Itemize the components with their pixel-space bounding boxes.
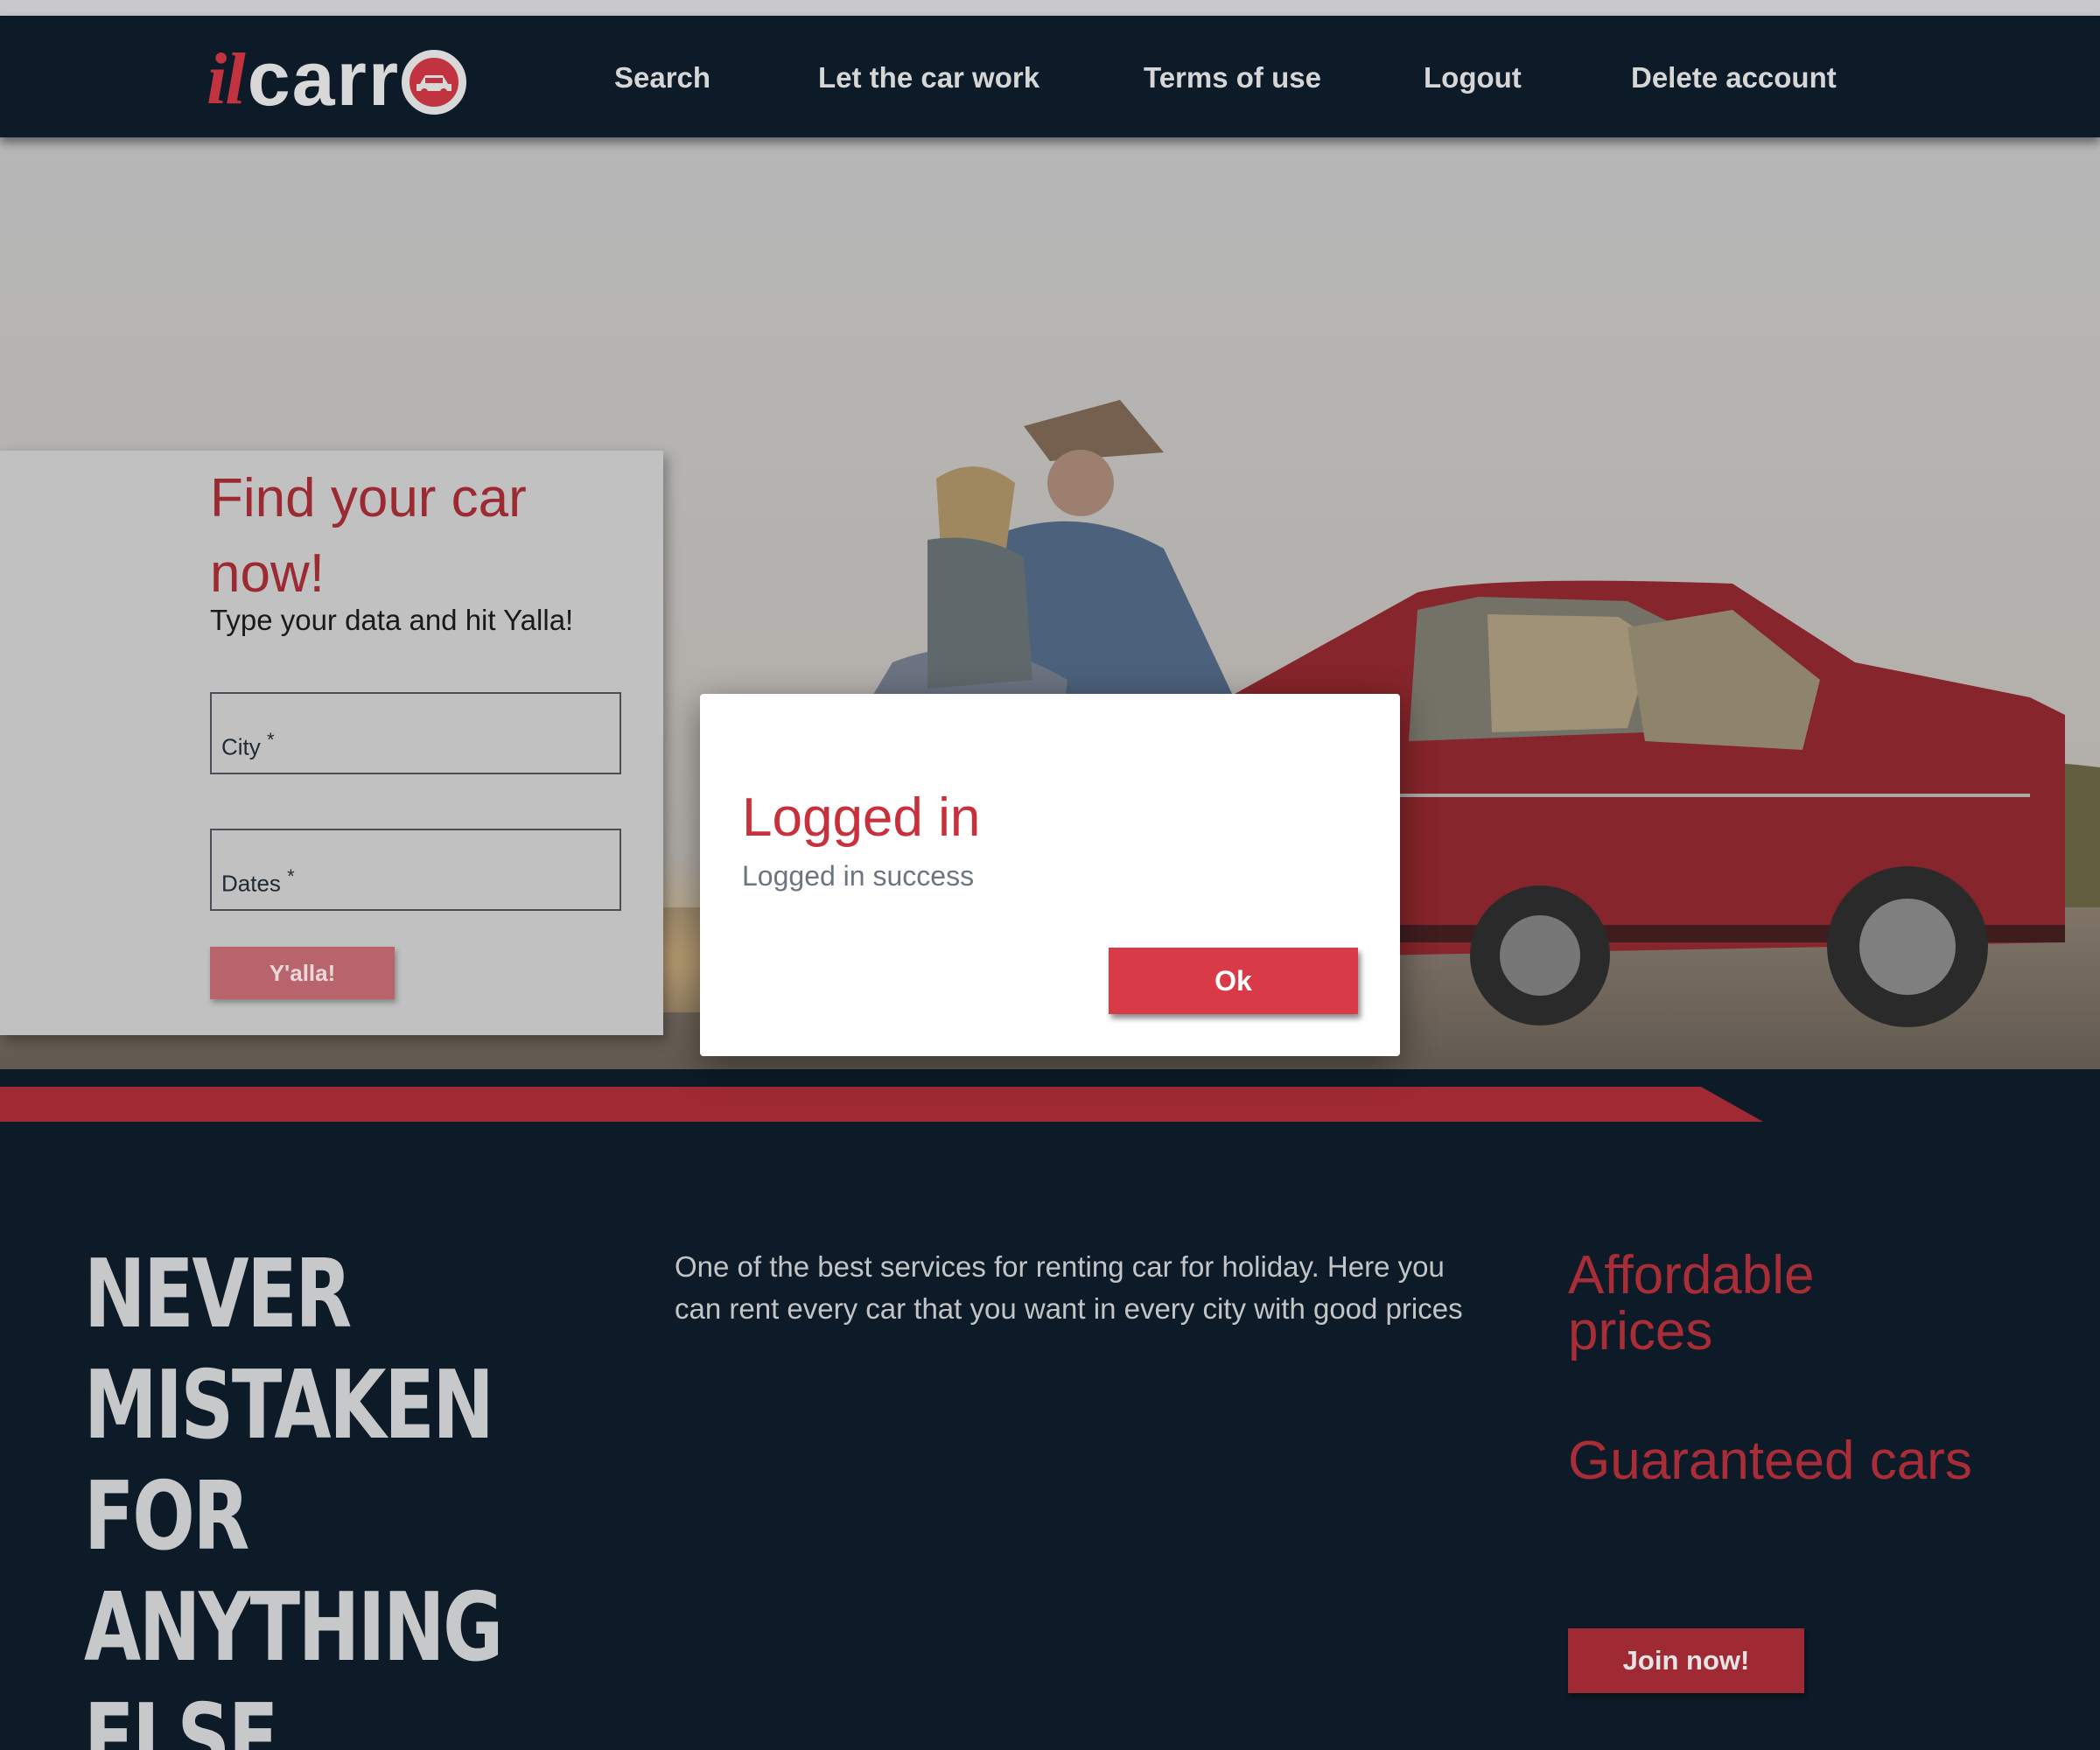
login-success-dialog: Logged in Logged in success Ok	[700, 694, 1400, 1056]
ok-button[interactable]: Ok	[1109, 948, 1358, 1014]
dialog-title: Logged in	[742, 788, 981, 848]
dialog-message: Logged in success	[742, 860, 975, 892]
